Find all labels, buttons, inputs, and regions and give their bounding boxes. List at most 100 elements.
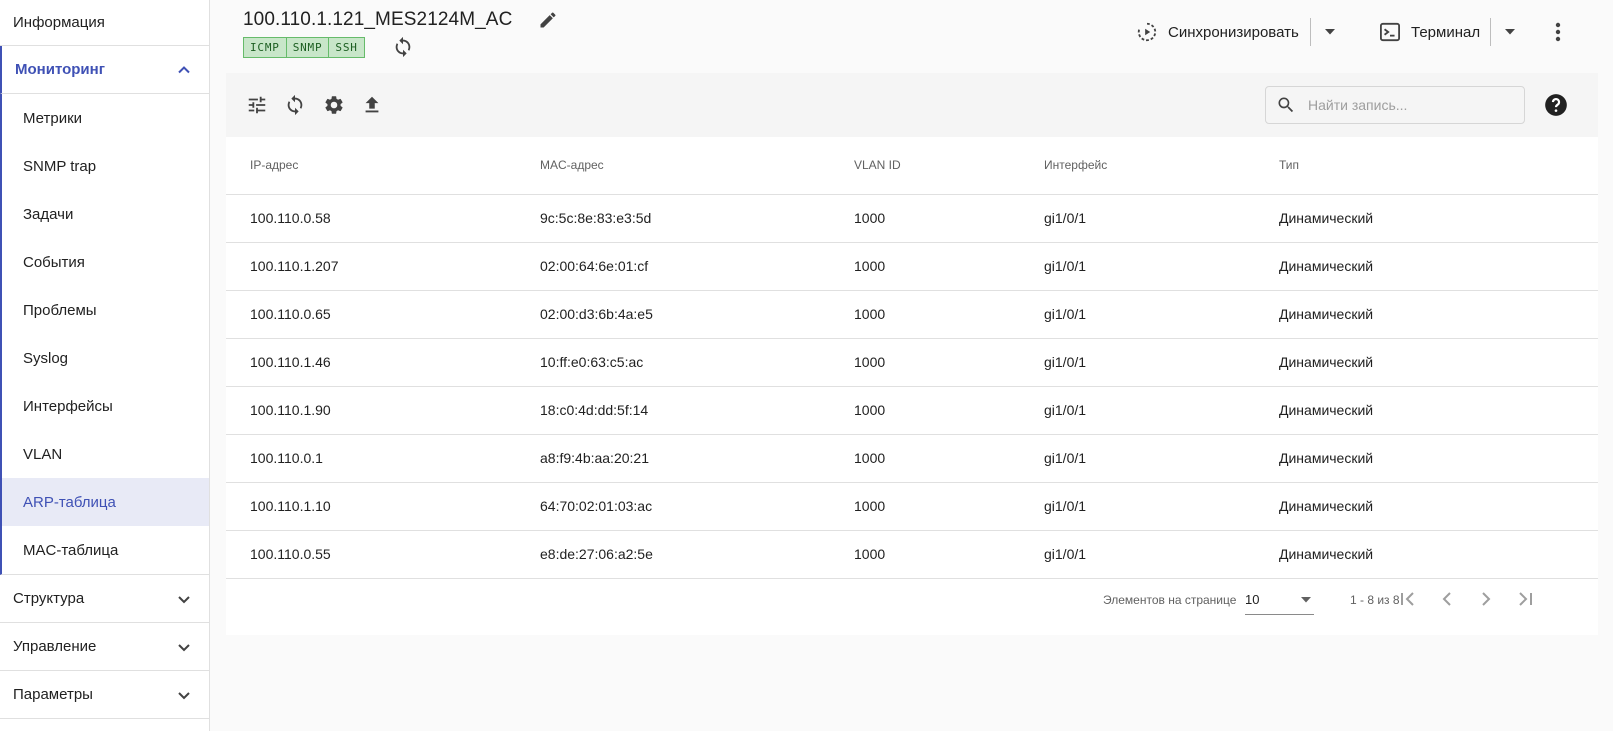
- sidebar-item-label: Интерфейсы: [23, 397, 113, 415]
- table-header-row: IP-адрес MAC-адрес VLAN ID Интерфейс Тип: [226, 137, 1598, 195]
- chevron-down-icon: [175, 686, 193, 704]
- help-icon[interactable]: [1543, 92, 1569, 118]
- table-toolbar: [226, 73, 1598, 137]
- sync-dropdown-caret-icon[interactable]: [1320, 22, 1340, 42]
- column-header-type[interactable]: Тип: [1255, 137, 1598, 195]
- items-per-page-select[interactable]: 10: [1245, 585, 1314, 615]
- cell-type: Динамический: [1255, 386, 1598, 435]
- sidebar-monitoring-items: Метрики SNMP trap Задачи События Проблем…: [0, 94, 209, 575]
- protocol-badge-snmp: SNMP: [286, 37, 330, 58]
- cell-interface: gi1/0/1: [1020, 482, 1255, 531]
- cell-ip: 100.110.1.10: [226, 482, 516, 531]
- sidebar-item-label: Проблемы: [23, 301, 97, 319]
- next-page-icon[interactable]: [1474, 587, 1498, 611]
- search-input[interactable]: [1308, 97, 1508, 113]
- terminal-button[interactable]: Терминал: [1379, 16, 1480, 48]
- sync-button[interactable]: Синхронизировать: [1136, 16, 1299, 48]
- pencil-icon[interactable]: [538, 10, 558, 30]
- sidebar-section-label: Информация: [13, 14, 105, 31]
- cell-mac: 18:c0:4d:dd:5f:14: [516, 386, 830, 435]
- sidebar-item-interfaces[interactable]: Интерфейсы: [2, 382, 209, 430]
- last-page-icon[interactable]: [1513, 587, 1537, 611]
- sidebar-section-management[interactable]: Управление: [0, 623, 209, 671]
- sidebar-nav: Информация Мониторинг Метрики SNMP trap …: [0, 0, 210, 731]
- arp-table-card: IP-адрес MAC-адрес VLAN ID Интерфейс Тип…: [226, 73, 1598, 635]
- sidebar-item-events[interactable]: События: [2, 238, 209, 286]
- sidebar-item-label: VLAN: [23, 445, 63, 463]
- cell-vlan: 1000: [830, 194, 1020, 243]
- refresh-status-icon[interactable]: [392, 36, 414, 58]
- cell-mac: 02:00:64:6e:01:cf: [516, 242, 830, 291]
- cell-type: Динамический: [1255, 434, 1598, 483]
- cell-mac: 10:ff:e0:63:c5:ac: [516, 338, 830, 387]
- cell-ip: 100.110.1.207: [226, 242, 516, 291]
- column-header-ip[interactable]: IP-адрес: [226, 137, 516, 195]
- sidebar-item-mac-table[interactable]: MAC-таблица: [2, 526, 209, 574]
- terminal-button-label: Терминал: [1411, 23, 1481, 41]
- sidebar-section-label: Параметры: [13, 686, 93, 703]
- cell-interface: gi1/0/1: [1020, 242, 1255, 291]
- page-range-label: 1 - 8 из 8: [1350, 593, 1400, 607]
- sidebar-item-problems[interactable]: Проблемы: [2, 286, 209, 334]
- cell-mac: 64:70:02:01:03:ac: [516, 482, 830, 531]
- sidebar-section-info[interactable]: Информация: [0, 0, 209, 46]
- sidebar-section-label: Структура: [13, 590, 85, 607]
- cell-vlan: 1000: [830, 242, 1020, 291]
- previous-page-icon[interactable]: [1435, 587, 1459, 611]
- sidebar-item-metrics[interactable]: Метрики: [2, 94, 209, 142]
- refresh-icon[interactable]: [283, 93, 307, 117]
- sidebar-section-monitoring[interactable]: Мониторинг: [0, 46, 209, 94]
- sidebar-section-structure[interactable]: Структура: [0, 575, 209, 623]
- sidebar-item-vlan[interactable]: VLAN: [2, 430, 209, 478]
- sidebar-item-label: Задачи: [23, 205, 74, 223]
- filter-tune-icon[interactable]: [245, 93, 269, 117]
- cell-interface: gi1/0/1: [1020, 434, 1255, 483]
- sidebar-section-parameters[interactable]: Параметры: [0, 671, 209, 719]
- sidebar-item-snmp-trap[interactable]: SNMP trap: [2, 142, 209, 190]
- gear-icon[interactable]: [322, 93, 346, 117]
- cell-vlan: 1000: [830, 482, 1020, 531]
- items-per-page-value: 10: [1245, 592, 1260, 607]
- cell-type: Динамический: [1255, 482, 1598, 531]
- column-header-interface[interactable]: Интерфейс: [1020, 137, 1255, 195]
- sidebar-item-tasks[interactable]: Задачи: [2, 190, 209, 238]
- table-row[interactable]: 100.110.1.10 64:70:02:01:03:ac 1000 gi1/…: [226, 482, 1598, 531]
- cell-type: Динамический: [1255, 242, 1598, 291]
- cell-interface: gi1/0/1: [1020, 386, 1255, 435]
- column-header-vlan[interactable]: VLAN ID: [830, 137, 1020, 195]
- sidebar-item-label: ARP-таблица: [23, 493, 116, 511]
- upload-icon[interactable]: [360, 93, 384, 117]
- device-header: 100.110.1.121_MES2124M_AC ICMP SNMP SSH …: [226, 0, 1598, 64]
- cell-vlan: 1000: [830, 386, 1020, 435]
- terminal-dropdown-caret-icon[interactable]: [1500, 22, 1520, 42]
- sidebar-item-label: События: [23, 253, 85, 271]
- cell-ip: 100.110.0.1: [226, 434, 516, 483]
- cell-interface: gi1/0/1: [1020, 290, 1255, 339]
- sidebar-item-arp-table[interactable]: ARP-таблица: [2, 478, 209, 526]
- table-row[interactable]: 100.110.1.90 18:c0:4d:dd:5f:14 1000 gi1/…: [226, 386, 1598, 435]
- table-row[interactable]: 100.110.1.46 10:ff:e0:63:c5:ac 1000 gi1/…: [226, 338, 1598, 387]
- first-page-icon[interactable]: [1396, 587, 1420, 611]
- sidebar-item-syslog[interactable]: Syslog: [2, 334, 209, 382]
- table-row[interactable]: 100.110.0.58 9c:5c:8e:83:e3:5d 1000 gi1/…: [226, 194, 1598, 243]
- cell-ip: 100.110.1.90: [226, 386, 516, 435]
- cell-vlan: 1000: [830, 290, 1020, 339]
- column-header-mac[interactable]: MAC-адрес: [516, 137, 830, 195]
- device-title: 100.110.1.121_MES2124M_AC: [243, 9, 513, 30]
- table-row[interactable]: 100.110.0.1 a8:f9:4b:aa:20:21 1000 gi1/0…: [226, 434, 1598, 483]
- divider: [1310, 18, 1311, 46]
- sidebar-item-label: MAC-таблица: [23, 541, 119, 559]
- cell-mac: 9c:5c:8e:83:e3:5d: [516, 194, 830, 243]
- items-per-page-label: Элементов на странице: [1103, 593, 1237, 607]
- cell-ip: 100.110.0.58: [226, 194, 516, 243]
- cell-ip: 100.110.1.46: [226, 338, 516, 387]
- divider: [1490, 18, 1491, 46]
- table-row[interactable]: 100.110.0.65 02:00:d3:6b:4a:e5 1000 gi1/…: [226, 290, 1598, 339]
- arp-table: IP-адрес MAC-адрес VLAN ID Интерфейс Тип…: [226, 137, 1598, 579]
- table-row[interactable]: 100.110.1.207 02:00:64:6e:01:cf 1000 gi1…: [226, 242, 1598, 291]
- cell-type: Динамический: [1255, 194, 1598, 243]
- search-field[interactable]: [1265, 86, 1525, 124]
- sidebar-section-label: Мониторинг: [15, 61, 105, 78]
- chevron-down-icon: [1301, 596, 1311, 602]
- more-vert-icon[interactable]: [1546, 20, 1570, 44]
